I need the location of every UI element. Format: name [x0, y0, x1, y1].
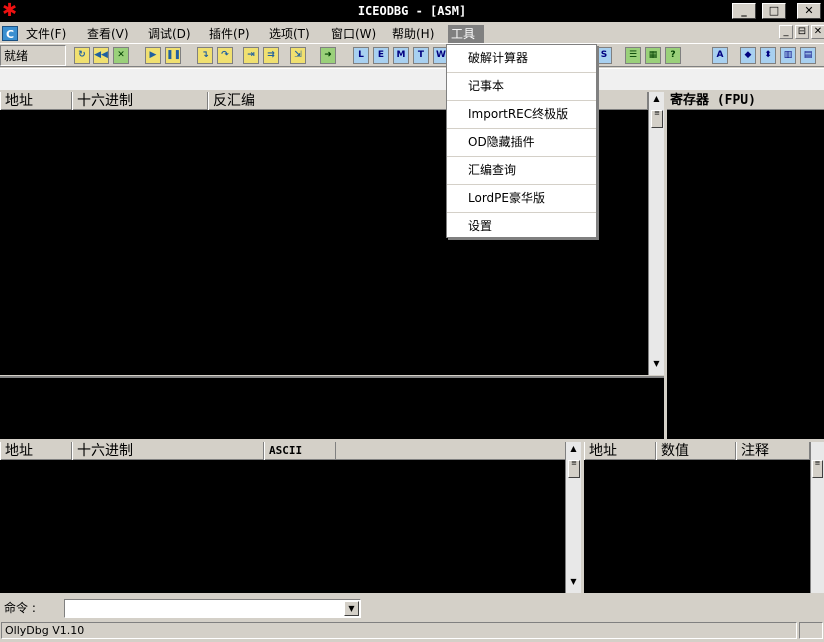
horizontal-arrows-icon[interactable]: ◆ — [740, 47, 756, 64]
columns-icon[interactable]: ▥ — [780, 47, 796, 64]
mdi-restore-button[interactable]: ⊟ — [795, 25, 809, 39]
stack-scrollbar[interactable]: ≡ — [810, 442, 824, 593]
status-panel — [799, 622, 823, 639]
step-into-icon[interactable]: ↴ — [197, 47, 213, 64]
column-address[interactable]: 地址 — [584, 442, 656, 460]
mdi-minimize-button[interactable]: _ — [779, 25, 793, 39]
cpu-window-icon[interactable]: C — [2, 26, 18, 41]
scroll-down-icon[interactable]: ▼ — [649, 357, 664, 371]
font-icon[interactable]: A — [712, 47, 728, 64]
title-bar: ✱ ICEODBG - [ASM] _ □ ✕ — [0, 0, 824, 22]
minimize-button[interactable]: _ — [732, 3, 756, 19]
execute-till-return-icon[interactable]: ⇲ — [290, 47, 306, 64]
executables-button[interactable]: E — [373, 47, 389, 64]
menu-file[interactable]: 文件(F) — [23, 25, 69, 43]
dump-pane[interactable]: 地址 十六进制 ASCII ▲ ≡ ▼ — [0, 442, 581, 593]
window-title: ICEODBG - [ASM] — [357, 4, 467, 18]
command-input[interactable]: ▼ — [64, 599, 361, 618]
tools-dropdown-menu: 破解计算器 记事本 ImportREC终极版 OD隐藏插件 汇编查询 LordP… — [446, 44, 597, 238]
column-comment[interactable]: 注释 — [736, 442, 810, 460]
dropdown-arrow-icon[interactable]: ▼ — [344, 601, 359, 616]
list-icon[interactable]: ☰ — [625, 47, 641, 64]
menu-plugins[interactable]: 插件(P) — [206, 25, 253, 43]
scroll-thumb[interactable]: ≡ — [812, 460, 823, 478]
dump-scrollbar[interactable]: ▲ ≡ ▼ — [565, 442, 581, 593]
restart-icon[interactable]: ◀◀ — [93, 47, 109, 64]
trace-into-icon[interactable]: ⇥ — [243, 47, 259, 64]
stack-pane[interactable]: 地址 数值 注释 ≡ — [584, 442, 824, 593]
grid-icon[interactable]: ▦ — [645, 47, 661, 64]
command-bar: 命令 : ▼ — [0, 596, 824, 620]
goto-icon[interactable]: ➜ — [320, 47, 336, 64]
open-icon[interactable]: ↻ — [74, 47, 90, 64]
help-icon[interactable]: ? — [665, 47, 681, 64]
menu-help[interactable]: 帮助(H) — [389, 25, 437, 43]
stack-header: 地址 数值 注释 — [584, 442, 810, 460]
menu-item-asm-reference[interactable]: 汇编查询 — [447, 157, 596, 185]
scroll-thumb[interactable]: ≡ — [651, 110, 663, 128]
column-ascii[interactable]: ASCII — [264, 442, 336, 460]
vertical-arrows-icon[interactable]: ⬍ — [760, 47, 776, 64]
run-status: 就绪 — [0, 45, 66, 66]
scroll-up-icon[interactable]: ▲ — [649, 92, 664, 106]
status-text: OllyDbg V1.10 — [1, 622, 797, 639]
trace-over-icon[interactable]: ⇉ — [263, 47, 279, 64]
menu-item-lordpe[interactable]: LordPE豪华版 — [447, 185, 596, 213]
menu-window[interactable]: 窗口(W) — [328, 25, 379, 43]
menu-item-od-hide-plugin[interactable]: OD隐藏插件 — [447, 129, 596, 157]
menu-item-notepad[interactable]: 记事本 — [447, 73, 596, 101]
maximize-button[interactable]: □ — [762, 3, 786, 19]
dump-header: 地址 十六进制 ASCII — [0, 442, 565, 460]
column-address[interactable]: 地址 — [0, 92, 72, 110]
pause-icon[interactable]: ❚❚ — [165, 47, 181, 64]
registers-pane[interactable]: 寄存器 (FPU) — [667, 92, 824, 439]
menu-item-crack-calculator[interactable]: 破解计算器 — [447, 45, 596, 73]
disassembly-scrollbar[interactable]: ▲ ≡ ▼ — [648, 92, 664, 375]
mdi-close-button[interactable]: ✕ — [811, 25, 824, 39]
close-program-icon[interactable]: ✕ — [113, 47, 129, 64]
status-bar: OllyDbg V1.10 — [0, 621, 824, 640]
command-label: 命令 : — [4, 601, 36, 615]
menu-debug[interactable]: 调试(D) — [145, 25, 194, 43]
info-pane[interactable] — [0, 376, 664, 439]
scroll-thumb[interactable]: ≡ — [568, 460, 580, 478]
run-icon[interactable]: ▶ — [145, 47, 161, 64]
menu-tools[interactable]: 工具 — [448, 25, 484, 43]
menu-options[interactable]: 选项(T) — [266, 25, 313, 43]
registers-title: 寄存器 (FPU) — [667, 92, 824, 110]
step-over-icon[interactable]: ↷ — [217, 47, 233, 64]
scroll-down-icon[interactable]: ▼ — [566, 575, 581, 589]
threads-button[interactable]: T — [413, 47, 429, 64]
column-address[interactable]: 地址 — [0, 442, 72, 460]
memory-map-button[interactable]: M — [393, 47, 409, 64]
log-window-button[interactable]: L — [353, 47, 369, 64]
source-button[interactable]: S — [596, 47, 612, 64]
scroll-up-icon[interactable]: ▲ — [566, 442, 581, 456]
menu-item-importrec[interactable]: ImportREC终极版 — [447, 101, 596, 129]
column-hex[interactable]: 十六进制 — [72, 442, 264, 460]
close-button[interactable]: ✕ — [797, 3, 821, 19]
menu-view[interactable]: 查看(V) — [84, 25, 132, 43]
column-value[interactable]: 数值 — [656, 442, 736, 460]
column-hex[interactable]: 十六进制 — [72, 92, 208, 110]
menu-item-settings[interactable]: 设置 — [447, 213, 596, 241]
hex-icon[interactable]: ▤ — [800, 47, 816, 64]
info-strip — [0, 68, 824, 90]
